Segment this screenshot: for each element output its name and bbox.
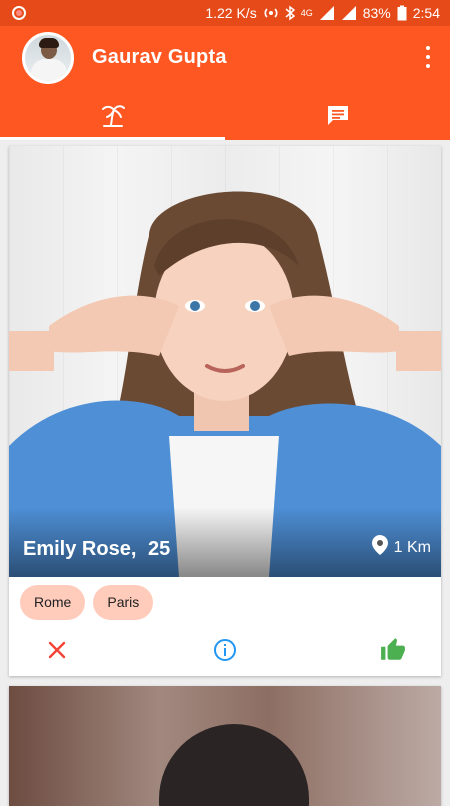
tag-list: Rome Paris <box>20 585 154 620</box>
chat-icon <box>326 103 350 132</box>
distance-value: 1 Km <box>393 538 431 556</box>
network-speed: 1.22 K/s <box>205 5 257 21</box>
tab-explore[interactable] <box>0 94 225 140</box>
dislike-button[interactable] <box>43 638 71 666</box>
network-type: 4G <box>300 8 313 18</box>
location-pin-icon <box>371 535 388 560</box>
info-button[interactable] <box>211 638 239 666</box>
clock: 2:54 <box>412 5 440 21</box>
profile-name: Emily Rose, <box>23 538 137 560</box>
app-bar: Gaurav Gupta <box>0 26 450 140</box>
avatar[interactable] <box>22 32 74 84</box>
thumbs-up-icon <box>380 637 406 668</box>
signal-icon <box>319 5 335 21</box>
status-bar: 1.22 K/s 4G 83% 2:54 <box>0 0 450 26</box>
overflow-menu-icon[interactable] <box>424 46 432 68</box>
battery-icon <box>397 5 407 21</box>
info-icon <box>213 638 237 667</box>
bluetooth-icon <box>285 5 295 21</box>
palm-tree-icon <box>99 101 127 134</box>
signal-icon-2 <box>341 5 357 21</box>
tag-chip[interactable]: Paris <box>93 585 154 620</box>
like-button[interactable] <box>379 637 407 668</box>
tab-chat[interactable] <box>225 94 450 140</box>
profile-photo: Emily Rose, 25 1 Km <box>9 146 441 577</box>
profile-age: 25 <box>147 538 171 560</box>
close-icon <box>48 641 66 664</box>
profile-card[interactable]: Emily Rose, 25 1 Km Rome Paris <box>9 146 441 676</box>
battery-level: 83% <box>362 5 391 21</box>
card-actions <box>9 634 441 668</box>
profile-name-age: Emily Rose, 25 <box>23 538 170 561</box>
tag-chip[interactable]: Rome <box>20 585 86 620</box>
distance: 1 Km <box>371 535 431 560</box>
tab-bar <box>0 94 450 140</box>
hotspot-icon <box>263 5 279 21</box>
profile-card-next[interactable] <box>9 686 441 806</box>
screen-record-icon <box>12 6 26 20</box>
username: Gaurav Gupta <box>92 46 227 68</box>
